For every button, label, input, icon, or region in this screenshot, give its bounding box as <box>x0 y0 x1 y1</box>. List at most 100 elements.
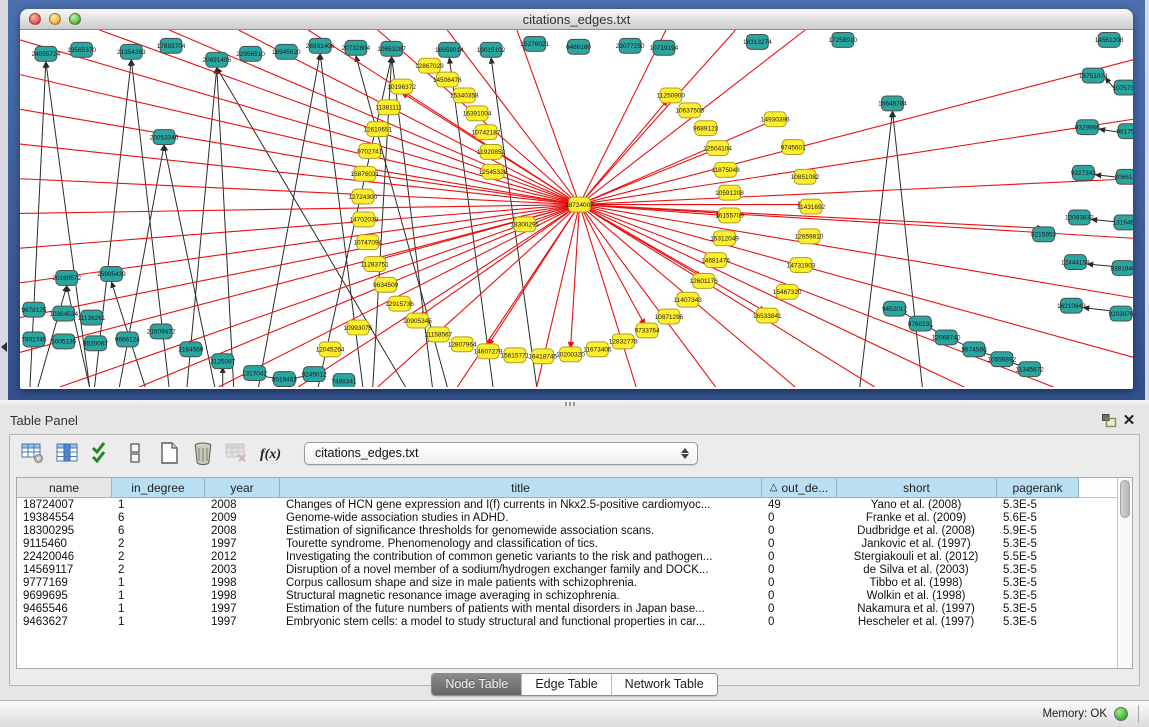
graph-node[interactable]: 12832778 <box>609 334 638 349</box>
graph-node[interactable]: 15312049 <box>710 231 739 246</box>
table-cell[interactable]: Embryonic stem cells: a model to study s… <box>280 615 762 628</box>
graph-node[interactable]: 10747094 <box>353 235 382 250</box>
table-cell[interactable]: Wolkin et al. (1998) <box>837 589 997 602</box>
table-cell[interactable]: 9115460 <box>17 537 112 550</box>
graph-node[interactable]: 12068740 <box>932 330 961 345</box>
graph-edge-red[interactable] <box>20 40 579 205</box>
graph-node[interactable]: 10200320 <box>556 347 585 362</box>
float-panel-icon[interactable] <box>1099 411 1119 429</box>
collapse-splitter-arrow-icon[interactable] <box>1 342 7 352</box>
graph-node[interactable]: 11431692 <box>797 199 826 214</box>
table-cell[interactable]: Stergiakouli et al. (2012) <box>837 550 997 563</box>
graph-node[interactable]: 10742187 <box>472 125 501 140</box>
table-cell[interactable]: Structural magnetic resonance image aver… <box>280 589 762 602</box>
trash-icon[interactable] <box>188 439 218 467</box>
graph-node[interactable]: 10591208 <box>715 185 744 200</box>
graph-node[interactable]: 16391004 <box>463 106 492 121</box>
graph-node[interactable]: 10556892 <box>987 352 1016 367</box>
graph-edge-red[interactable] <box>579 30 735 205</box>
graph-node[interactable]: 15615771 <box>501 348 530 363</box>
table-cell[interactable]: 1998 <box>205 576 280 589</box>
table-cell[interactable]: 1997 <box>205 602 280 615</box>
window-titlebar[interactable]: citations_edges.txt <box>20 9 1133 30</box>
column-header-pagerank[interactable]: pagerank <box>997 478 1079 498</box>
table-cell[interactable]: 9777169 <box>17 576 112 589</box>
table-cell[interactable]: 0 <box>762 602 837 615</box>
table-cell[interactable]: 1 <box>112 576 205 589</box>
table-row[interactable]: 977716911998Corpus callosum shape and si… <box>17 576 1117 589</box>
graph-node[interactable]: 11136261 <box>78 310 106 325</box>
graph-node[interactable]: 9702741 <box>357 144 383 159</box>
graph-node[interactable]: 26931406 <box>306 38 335 53</box>
graph-node[interactable]: 10637503 <box>675 103 704 118</box>
table-cell[interactable]: 2012 <box>205 550 280 563</box>
vertical-scrollbar[interactable] <box>1117 478 1132 668</box>
table-cell[interactable]: 1997 <box>205 615 280 628</box>
graph-node[interactable]: 15751074 <box>1079 68 1108 83</box>
graph-edge-red[interactable] <box>60 205 580 387</box>
graph-node[interactable]: 21609472 <box>147 324 176 339</box>
graph-node[interactable]: 16959014 <box>435 42 464 57</box>
graph-node[interactable]: 12045264 <box>316 342 345 357</box>
graph-node[interactable]: 12444158 <box>1061 255 1090 270</box>
graph-node[interactable]: 12659810 <box>795 229 824 244</box>
graph-node[interactable]: 7498341 <box>331 374 357 387</box>
table-cell[interactable]: 0 <box>762 563 837 576</box>
graph-node[interactable]: 9689123 <box>693 121 719 136</box>
graph-edge-red[interactable] <box>579 205 645 326</box>
graph-node[interactable]: 12093832 <box>1065 210 1094 225</box>
table-cell[interactable]: Disruption of a novel member of a sodium… <box>280 563 762 576</box>
graph-node[interactable]: 10871296 <box>655 309 684 324</box>
table-row[interactable]: 946362711997Embryonic stem cells: a mode… <box>17 615 1117 628</box>
tab-network-table[interactable]: Network Table <box>612 674 717 695</box>
graph-node[interactable]: 9874560 <box>961 342 987 357</box>
graph-node[interactable]: 1075731 <box>1113 80 1133 95</box>
table-cell[interactable]: Corpus callosum shape and size in male p… <box>280 576 762 589</box>
graph-node[interactable]: 14930396 <box>761 112 790 127</box>
column-header-in_degree[interactable]: in_degree <box>112 478 205 498</box>
table-row[interactable]: 1872400712008Changes of HCN gene express… <box>17 498 1117 511</box>
graph-edge-red[interactable] <box>517 30 580 205</box>
table-cell[interactable]: Estimation of significance thresholds fo… <box>280 524 762 537</box>
table-cell[interactable]: 5.3E-5 <box>997 537 1079 550</box>
graph-node[interactable]: 16210643 <box>1057 298 1086 313</box>
column-visibility-icon[interactable] <box>52 439 82 467</box>
graph-node[interactable]: 7901745 <box>21 332 47 347</box>
table-cell[interactable]: Hescheler et al. (1997) <box>837 615 997 628</box>
table-cell[interactable]: 19384554 <box>17 511 112 524</box>
graph-node[interactable]: 11920852 <box>477 145 506 160</box>
table-cell[interactable]: 5.3E-5 <box>997 498 1079 511</box>
table-cell[interactable]: 2 <box>112 537 205 550</box>
graph-node[interactable]: 16533841 <box>753 308 782 323</box>
table-cell[interactable]: 5.3E-5 <box>997 589 1079 602</box>
table-cell[interactable]: 1 <box>112 589 205 602</box>
table-row[interactable]: 2242004622012Investigating the contribut… <box>17 550 1117 563</box>
table-cell[interactable]: 9463627 <box>17 615 112 628</box>
graph-node[interactable]: 8215953 <box>1031 227 1057 242</box>
graph-edge-red[interactable] <box>20 179 579 205</box>
graph-node[interactable]: 11407343 <box>674 292 703 307</box>
table-cell[interactable]: 14569117 <box>17 563 112 576</box>
network-canvas[interactable]: 1019637211381111126106519702741158760311… <box>20 30 1133 389</box>
graph-node[interactable]: 12867029 <box>415 58 444 73</box>
table-cell[interactable]: Jankovic et al. (1997) <box>837 537 997 550</box>
table-cell[interactable]: Franke et al. (2009) <box>837 511 997 524</box>
graph-node[interactable]: 3125087 <box>210 354 236 369</box>
graph-node[interactable]: 16648784 <box>878 96 907 111</box>
table-cell[interactable]: Nakamura et al. (1997) <box>837 602 997 615</box>
graph-node[interactable]: 9817547 <box>1116 124 1133 139</box>
column-header-year[interactable]: year <box>205 478 280 498</box>
table-row[interactable]: 1456911722003Disruption of a novel membe… <box>17 563 1117 576</box>
graph-node[interactable]: 10993075 <box>344 320 373 335</box>
function-icon[interactable]: f(x) <box>256 439 286 467</box>
graph-node[interactable]: 11673406 <box>583 342 612 357</box>
graph-node[interactable]: 10653287 <box>377 41 406 56</box>
graph-node[interactable]: 20691406 <box>202 52 231 67</box>
graph-node[interactable]: 6466160 <box>566 39 592 54</box>
scrollbar-thumb[interactable] <box>1120 480 1130 518</box>
select-all-icon[interactable] <box>86 439 116 467</box>
graph-edge-black[interactable] <box>187 68 217 387</box>
table-cell[interactable]: 0 <box>762 511 837 524</box>
table-cell[interactable]: 22420046 <box>17 550 112 563</box>
table-row[interactable]: 1938455462009Genome-wide association stu… <box>17 511 1117 524</box>
